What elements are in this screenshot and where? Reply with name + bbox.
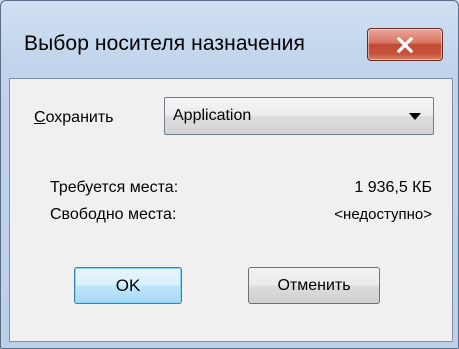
cancel-button[interactable]: Отменить <box>248 267 380 304</box>
save-label: Сохранить <box>34 109 114 127</box>
dialog-content: Сохранить Application Требуется места: 1… <box>9 78 453 342</box>
title-bar[interactable]: Выбор носителя назначения <box>1 1 458 77</box>
ok-button[interactable]: OK <box>74 267 182 304</box>
required-space-label: Требуется места: <box>50 179 179 196</box>
window-title: Выбор носителя назначения <box>24 32 305 55</box>
free-space-value: <недоступно> <box>334 206 432 223</box>
save-label-text: охранить <box>45 109 114 126</box>
close-icon <box>396 36 414 53</box>
chevron-down-icon <box>409 113 421 120</box>
destination-select[interactable]: Application <box>164 97 434 135</box>
free-space-label: Свободно места: <box>50 206 177 223</box>
close-button[interactable] <box>367 28 443 61</box>
required-space-value: 1 936,5 КБ <box>354 179 432 196</box>
dialog-window: Выбор носителя назначения Сохранить Appl… <box>0 0 459 349</box>
save-label-accelerator: С <box>34 109 46 126</box>
destination-select-value: Application <box>173 107 252 124</box>
